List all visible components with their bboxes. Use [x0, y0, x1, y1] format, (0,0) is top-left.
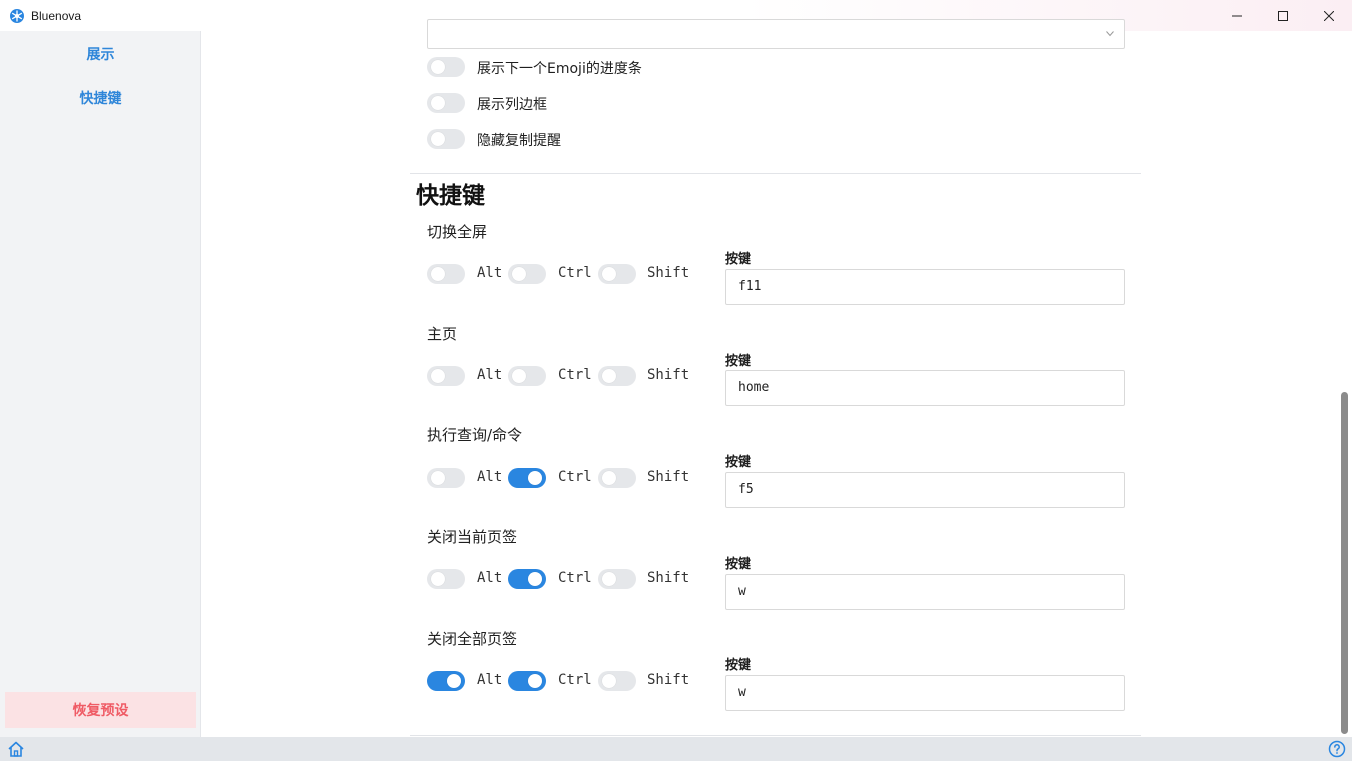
toggle-ctrl[interactable] — [508, 569, 546, 589]
key-input[interactable]: f11 — [725, 269, 1125, 305]
shortcut-title: 执行查询/命令 — [427, 426, 523, 444]
dropdown-select[interactable] — [427, 19, 1125, 49]
help-icon[interactable] — [1328, 740, 1346, 758]
toggle-hide-copy-notice[interactable] — [427, 129, 465, 149]
vertical-scrollbar[interactable] — [1341, 392, 1348, 734]
toggle-ctrl[interactable] — [508, 366, 546, 386]
toggle-shift[interactable] — [598, 569, 636, 589]
modifier-label-ctrl: Ctrl — [558, 367, 592, 383]
app-logo-icon — [10, 8, 24, 23]
modifier-label-ctrl: Ctrl — [558, 672, 592, 688]
minimize-icon — [1232, 15, 1242, 16]
section-divider — [410, 735, 1141, 736]
section-divider — [410, 173, 1141, 174]
modifier-label-ctrl: Ctrl — [558, 469, 592, 485]
modifier-label-alt: Alt — [477, 367, 503, 383]
modifier-label-shift: Shift — [647, 570, 690, 586]
toggle-ctrl[interactable] — [508, 264, 546, 284]
option-label: 展示下一个Emoji的进度条 — [477, 61, 642, 77]
modifier-label-shift: Shift — [647, 367, 690, 383]
option-label: 隐藏复制提醒 — [477, 133, 561, 149]
key-input[interactable]: w — [725, 675, 1125, 711]
shortcut-title: 关闭当前页签 — [427, 528, 518, 546]
section-title-shortcuts: 快捷键 — [416, 183, 485, 209]
minimize-button[interactable] — [1214, 0, 1260, 31]
modifier-label-shift: Shift — [647, 672, 690, 688]
home-icon[interactable] — [7, 740, 25, 758]
modifier-label-shift: Shift — [647, 469, 690, 485]
reset-defaults-button[interactable]: 恢复预设 — [5, 692, 196, 728]
modifier-label-alt: Alt — [477, 469, 503, 485]
shortcut-title: 关闭全部页签 — [427, 630, 518, 648]
toggle-alt[interactable] — [427, 366, 465, 386]
maximize-icon — [1278, 10, 1288, 21]
maximize-button[interactable] — [1260, 0, 1306, 31]
key-label: 按键 — [725, 455, 752, 470]
sidebar-item-shortcuts[interactable]: 快捷键 — [0, 88, 201, 108]
modifier-label-alt: Alt — [477, 265, 503, 281]
toggle-shift[interactable] — [598, 468, 636, 488]
key-input[interactable]: home — [725, 370, 1125, 406]
shortcut-title: 主页 — [427, 325, 458, 343]
modifier-label-alt: Alt — [477, 672, 503, 688]
sidebar: 展示 快捷键 恢复预设 — [0, 31, 201, 737]
key-label: 按键 — [725, 658, 752, 673]
toggle-shift[interactable] — [598, 264, 636, 284]
sidebar-item-display[interactable]: 展示 — [0, 44, 201, 64]
key-input[interactable]: w — [725, 574, 1125, 610]
shortcut-title: 切换全屏 — [427, 223, 488, 241]
close-icon — [1324, 10, 1334, 21]
window-title: Bluenova — [31, 8, 82, 23]
key-label: 按键 — [725, 252, 752, 267]
status-bar — [0, 737, 1352, 761]
toggle-alt[interactable] — [427, 264, 465, 284]
settings-content: 展示下一个Emoji的进度条 展示列边框 隐藏复制提醒 快捷键 切换全屏 Alt… — [201, 19, 1341, 737]
toggle-show-emoji-progress[interactable] — [427, 57, 465, 77]
toggle-show-column-border[interactable] — [427, 93, 465, 113]
modifier-label-shift: Shift — [647, 265, 690, 281]
toggle-alt[interactable] — [427, 671, 465, 691]
chevron-down-icon — [1106, 31, 1114, 37]
modifier-label-alt: Alt — [477, 570, 503, 586]
toggle-ctrl[interactable] — [508, 671, 546, 691]
close-button[interactable] — [1306, 0, 1352, 31]
toggle-alt[interactable] — [427, 569, 465, 589]
key-label: 按键 — [725, 354, 752, 369]
key-input[interactable]: f5 — [725, 472, 1125, 508]
option-label: 展示列边框 — [477, 97, 547, 113]
toggle-shift[interactable] — [598, 671, 636, 691]
toggle-shift[interactable] — [598, 366, 636, 386]
key-label: 按键 — [725, 557, 752, 572]
modifier-label-ctrl: Ctrl — [558, 265, 592, 281]
toggle-alt[interactable] — [427, 468, 465, 488]
toggle-ctrl[interactable] — [508, 468, 546, 488]
modifier-label-ctrl: Ctrl — [558, 570, 592, 586]
